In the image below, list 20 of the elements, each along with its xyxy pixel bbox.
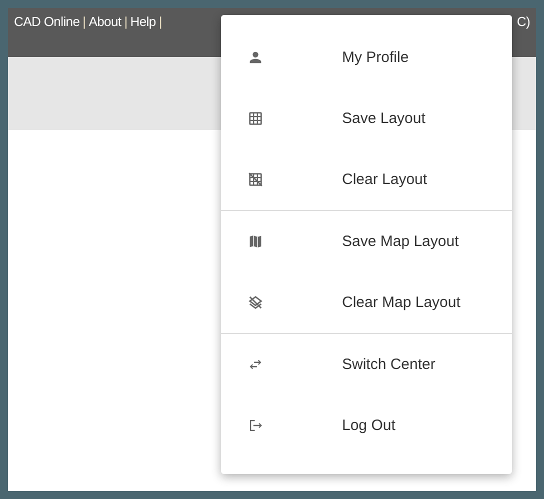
- grid-icon: [247, 110, 264, 127]
- logout-icon: [247, 417, 264, 434]
- person-icon: [247, 49, 264, 66]
- menu-item[interactable]: My Profile: [221, 27, 512, 88]
- menu-item[interactable]: Save Map Layout: [221, 211, 512, 272]
- menu-item[interactable]: Clear Map Layout: [221, 272, 512, 333]
- map-icon: [247, 233, 264, 250]
- menu-item[interactable]: Log Out: [221, 395, 512, 456]
- separator-text: |: [158, 14, 162, 29]
- header-link[interactable]: About: [88, 14, 122, 29]
- menu-item[interactable]: Switch Center: [221, 334, 512, 395]
- separator-text: |: [124, 14, 128, 29]
- header-link[interactable]: CAD Online: [14, 14, 80, 29]
- header-link[interactable]: Help: [130, 14, 156, 29]
- separator-text: |: [82, 14, 86, 29]
- header-text: C): [516, 14, 530, 29]
- crossed-layers-icon: [247, 294, 264, 311]
- crossed-grid-icon: [247, 171, 264, 188]
- menu-item[interactable]: Clear Layout: [221, 149, 512, 210]
- menu-item[interactable]: Save Layout: [221, 88, 512, 149]
